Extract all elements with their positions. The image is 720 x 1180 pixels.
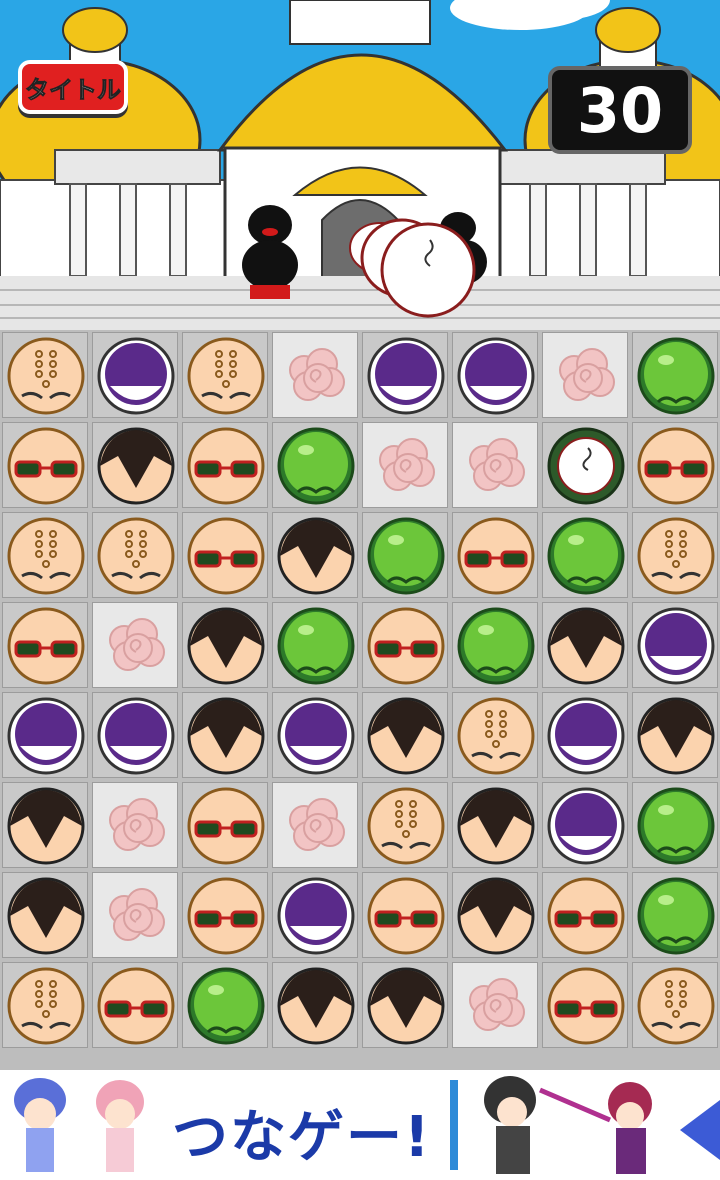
- board-cell[interactable]: [2, 602, 88, 688]
- board-cell[interactable]: [452, 782, 538, 868]
- board-cell[interactable]: [632, 692, 718, 778]
- ad-banner[interactable]: つなゲー!: [0, 1070, 720, 1180]
- board-cell[interactable]: [2, 332, 88, 418]
- board-cell[interactable]: [542, 422, 628, 508]
- board-cell[interactable]: [542, 602, 628, 688]
- banner-characters-right: [450, 1076, 720, 1174]
- board-cell[interactable]: [362, 782, 448, 868]
- title-button[interactable]: タイトル: [18, 60, 128, 114]
- board-cell[interactable]: [2, 422, 88, 508]
- board-cell[interactable]: [272, 332, 358, 418]
- board-cell[interactable]: [362, 872, 448, 958]
- board-cell[interactable]: [182, 422, 268, 508]
- board-cell[interactable]: [542, 692, 628, 778]
- board-cell[interactable]: [362, 512, 448, 598]
- board-cell[interactable]: [92, 602, 178, 688]
- board-cell[interactable]: [272, 512, 358, 598]
- board-cell[interactable]: [2, 782, 88, 868]
- board-cell[interactable]: [92, 512, 178, 598]
- board-cell[interactable]: [272, 422, 358, 508]
- board-cell[interactable]: [542, 332, 628, 418]
- board-cell[interactable]: [452, 962, 538, 1048]
- banner-characters-left: [14, 1078, 144, 1172]
- board-cell[interactable]: [632, 512, 718, 598]
- board-cell[interactable]: [2, 512, 88, 598]
- palace-illustration: [0, 0, 720, 330]
- board-cell[interactable]: [272, 962, 358, 1048]
- board-cell[interactable]: [632, 602, 718, 688]
- board-cell[interactable]: [362, 602, 448, 688]
- board-cell[interactable]: [92, 962, 178, 1048]
- board-cell[interactable]: [452, 422, 538, 508]
- board-cell[interactable]: [362, 692, 448, 778]
- board-cell[interactable]: [452, 332, 538, 418]
- banner-title: つなゲー!: [172, 1105, 432, 1170]
- board-cell[interactable]: [92, 782, 178, 868]
- board-cell[interactable]: [632, 962, 718, 1048]
- board-cell[interactable]: [542, 512, 628, 598]
- board-cell[interactable]: [92, 872, 178, 958]
- board-cell[interactable]: [632, 782, 718, 868]
- board-cell[interactable]: [2, 962, 88, 1048]
- board-cell[interactable]: [362, 332, 448, 418]
- board-cell[interactable]: [272, 782, 358, 868]
- board-cell[interactable]: [362, 422, 448, 508]
- board-cell[interactable]: [452, 602, 538, 688]
- board-cell[interactable]: [182, 692, 268, 778]
- board-cell[interactable]: [182, 872, 268, 958]
- board-cell[interactable]: [182, 782, 268, 868]
- puzzle-board: [0, 330, 720, 1070]
- board-cell[interactable]: [182, 332, 268, 418]
- board-cell[interactable]: [92, 692, 178, 778]
- board-cell[interactable]: [632, 872, 718, 958]
- board-cell[interactable]: [452, 512, 538, 598]
- board-cell[interactable]: [272, 872, 358, 958]
- board-cell[interactable]: [632, 332, 718, 418]
- timer-display: 30: [548, 66, 692, 154]
- board-cell[interactable]: [452, 692, 538, 778]
- board-cell[interactable]: [182, 602, 268, 688]
- board-cell[interactable]: [362, 962, 448, 1048]
- background-scene: タイトル 30: [0, 0, 720, 330]
- board-cell[interactable]: [182, 962, 268, 1048]
- board-cell[interactable]: [2, 692, 88, 778]
- board-cell[interactable]: [542, 782, 628, 868]
- board-cell[interactable]: [452, 872, 538, 958]
- board-cell[interactable]: [272, 692, 358, 778]
- board-cell[interactable]: [542, 872, 628, 958]
- board-cell[interactable]: [272, 602, 358, 688]
- board-cell[interactable]: [182, 512, 268, 598]
- board-cell[interactable]: [92, 422, 178, 508]
- board-cell[interactable]: [92, 332, 178, 418]
- board-cell[interactable]: [2, 872, 88, 958]
- board-cell[interactable]: [542, 962, 628, 1048]
- board-cell[interactable]: [632, 422, 718, 508]
